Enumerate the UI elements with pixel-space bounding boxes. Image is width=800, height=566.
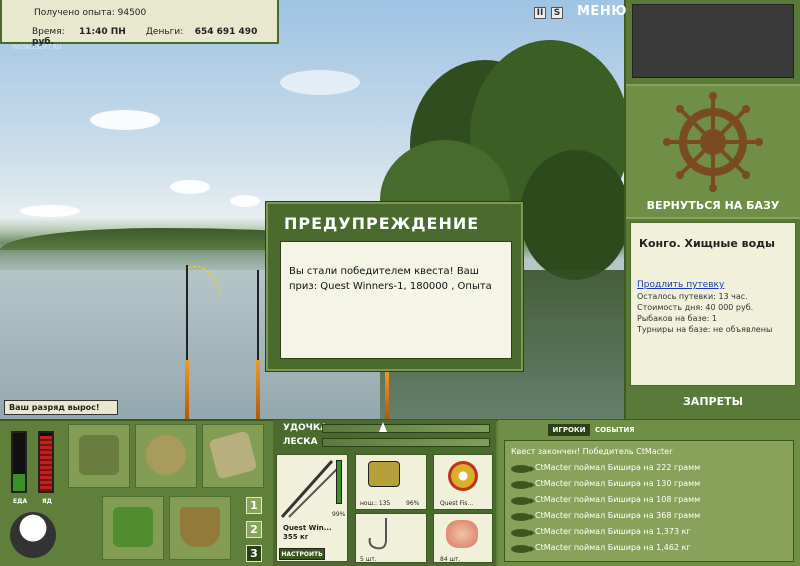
food-basket-slot[interactable] — [102, 496, 164, 560]
trip-remaining: Осталось путевки: 13 час. — [637, 292, 748, 301]
line-slot[interactable]: Quest Fis... — [433, 454, 493, 510]
notebook-icon — [208, 430, 258, 480]
backpack-slot[interactable] — [68, 424, 130, 488]
fish-icon — [511, 465, 535, 473]
rod-3[interactable] — [385, 370, 389, 419]
tournaments: Турниры на базе: не объявлены — [637, 325, 773, 334]
rod-2-tip — [257, 270, 259, 360]
fish-icon — [511, 513, 535, 521]
page-1-button[interactable]: 1 — [246, 497, 262, 514]
event-item: CtMacter поймал Бишира на 108 грамм — [535, 495, 701, 504]
sound-icon[interactable]: S — [551, 7, 563, 19]
cloud — [280, 70, 360, 95]
fishing-line-svg — [187, 266, 221, 296]
cloud — [170, 180, 210, 194]
basket-icon — [113, 507, 153, 547]
return-to-base-button[interactable]: ВЕРНУТЬСЯ НА БАЗУ — [626, 199, 800, 212]
bans-button[interactable]: ЗАПРЕТЫ — [626, 395, 800, 408]
tab-events[interactable]: СОБЫТИЯ — [595, 424, 635, 436]
fish-icon — [511, 497, 535, 505]
page-3-button[interactable]: 3 — [246, 545, 262, 562]
tension-marker-icon — [379, 422, 387, 432]
rank-up-badge[interactable]: Ваш разряд вырос! — [4, 400, 118, 415]
reel-condition: 96% — [406, 500, 420, 507]
bait-slot[interactable]: 84 шт. — [433, 513, 493, 563]
fish-icon — [511, 529, 535, 537]
dialog-message: Вы стали победителем квеста! Ваш приз: Q… — [280, 241, 512, 359]
events-list: Квест закончен! Победитель CtMacter CtMa… — [504, 440, 794, 562]
event-item: CtMacter поймал Бишира на 222 грамм — [535, 463, 701, 472]
line-tension-label: ЛЕСКА — [283, 437, 318, 447]
cauldron-icon[interactable] — [10, 512, 56, 558]
poison-meter — [38, 431, 54, 493]
event-item: CtMacter поймал Бишира на 1,462 кг — [535, 543, 691, 552]
money-value: 654 691 490 руб. — [32, 27, 258, 47]
hook-count: 5 шт. — [360, 556, 377, 563]
rod-weight: 355 кг — [283, 533, 309, 541]
cloud — [20, 205, 80, 217]
ship-wheel-icon[interactable] — [626, 86, 800, 196]
base-info-panel: Конго. Хищные воды Продлить путевку Оста… — [630, 222, 796, 386]
time-value: 11:40 ПН — [78, 27, 126, 37]
cloud — [230, 195, 260, 207]
event-item: CtMacter поймал Бишира на 130 грамм — [535, 479, 701, 488]
food-meter — [11, 431, 27, 493]
food-label: ЕДА — [13, 498, 28, 505]
rod-2[interactable] — [256, 360, 260, 419]
reel-icon — [368, 461, 400, 487]
cloud — [90, 110, 160, 130]
dialog-title: ПРЕДУПРЕЖДЕНИЕ — [284, 214, 480, 233]
hook-icon — [368, 518, 387, 550]
rod-condition-bar — [336, 460, 342, 504]
tab-players[interactable]: ИГРОКИ — [548, 424, 590, 436]
rod-1[interactable] — [185, 360, 189, 419]
exp-label: Получено опыта: — [34, 8, 115, 18]
event-item: CtMacter поймал Бишира на 1,373 кг — [535, 527, 691, 536]
ad-box — [632, 4, 794, 78]
rod-tension-label: УДОЧКА — [283, 423, 328, 433]
warning-dialog[interactable]: ПРЕДУПРЕЖДЕНИЕ Вы стали победителем квес… — [266, 202, 523, 371]
bag-icon — [146, 435, 186, 475]
exp-value: 94500 — [117, 8, 147, 18]
event-item: CtMacter поймал Бишира на 368 грамм — [535, 511, 701, 520]
bait-bag-slot[interactable] — [135, 424, 197, 488]
backpack-icon — [79, 435, 119, 475]
bait-icon — [446, 520, 478, 548]
line-tension-bar[interactable] — [322, 438, 490, 447]
rod-name: Quest Win... — [283, 524, 332, 532]
fishers-count: Рыбаков на базе: 1 — [637, 314, 717, 323]
bucket-slot[interactable] — [169, 496, 231, 560]
event-item: Квест закончен! Победитель CtMacter — [511, 447, 673, 456]
pause-icon[interactable]: II — [534, 7, 546, 19]
day-cost: Стоимость дня: 40 000 руб. — [637, 303, 754, 312]
rod-tension-bar[interactable] — [322, 422, 490, 433]
watermark: INSTALLSOFT.RU — [12, 44, 62, 51]
reel-slot[interactable]: нош.: 135 96% — [355, 454, 427, 510]
setup-button[interactable]: НАСТРОИТЬ — [279, 548, 325, 560]
time-label: Время: — [32, 27, 65, 37]
poison-label: ЯД — [42, 498, 52, 505]
food-meter-fill — [13, 473, 25, 491]
fish-icon — [511, 481, 535, 489]
fish-icon — [511, 545, 535, 553]
tree — [520, 150, 624, 280]
poison-meter-fill — [40, 435, 52, 491]
rod-condition: 99% — [332, 511, 346, 518]
line-spool-icon — [448, 461, 478, 491]
bait-count: 84 шт. — [440, 556, 461, 563]
location-title: Конго. Хищные воды — [639, 237, 775, 250]
page-2-button[interactable]: 2 — [246, 521, 262, 538]
money-label: Деньги: — [145, 27, 184, 37]
reel-load: нош.: 135 — [360, 500, 391, 507]
notebook-slot[interactable] — [202, 424, 264, 488]
bucket-icon — [180, 507, 220, 547]
player-info-panel: Получено опыта: 94500 Время: 11:40 ПН Де… — [0, 0, 279, 47]
hook-slot[interactable]: 5 шт. — [355, 513, 427, 563]
extend-trip-link[interactable]: Продлить путевку — [637, 280, 724, 290]
line-name: Quest Fis... — [440, 500, 474, 507]
menu-button[interactable]: МЕНЮ — [577, 4, 627, 19]
